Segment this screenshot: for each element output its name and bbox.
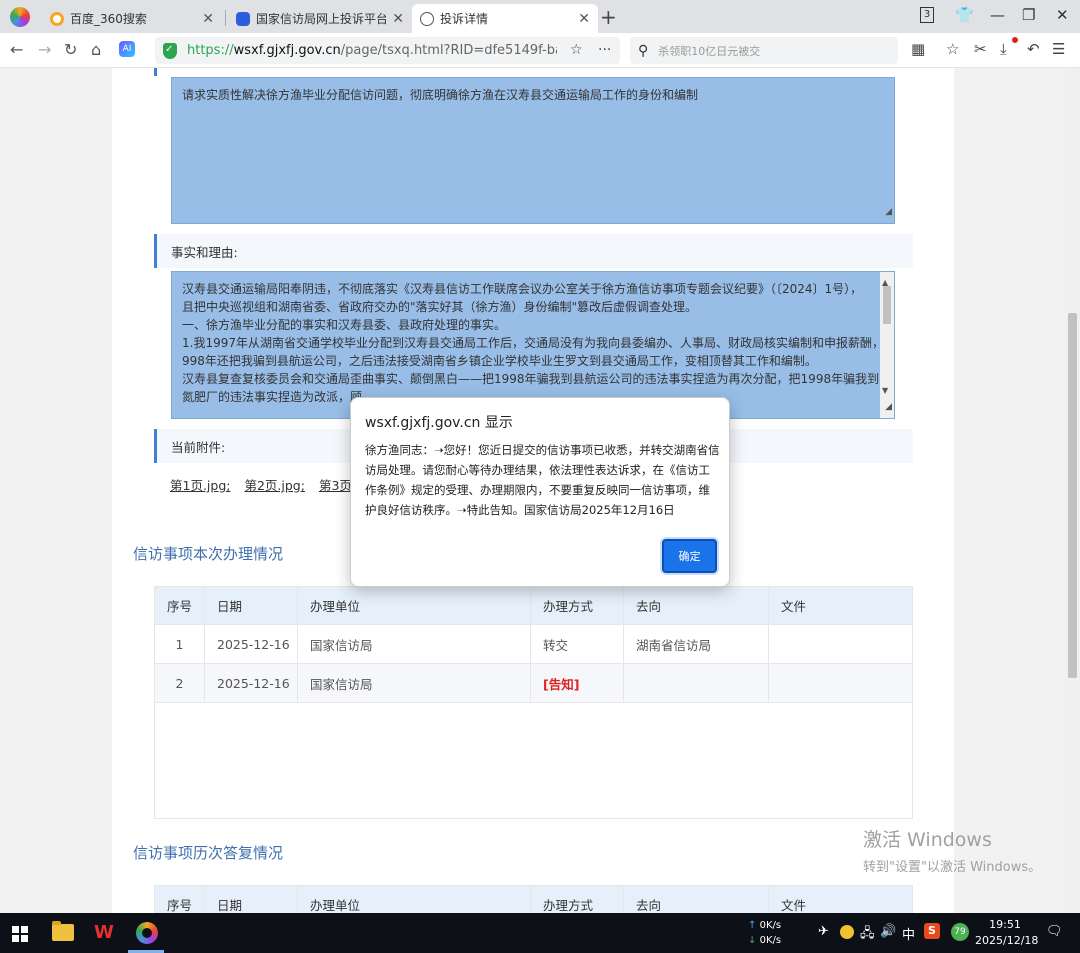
dialog-title: wsxf.gjxfj.gov.cn 显示 [365, 415, 513, 431]
undo-icon[interactable]: ↶ [1027, 40, 1040, 58]
forward-icon[interactable]: → [38, 40, 51, 59]
network-speed: ↑ 0K/s ↓ 0K/s [748, 920, 782, 946]
tab-count-button[interactable]: 3 [920, 7, 934, 23]
reload-icon[interactable]: ↻ [64, 40, 77, 59]
taskbar: W ↑ 0K/s ↓ 0K/s ✈ 🖧 🔊 中 S 79 19:51 2025/… [0, 913, 1080, 953]
shirt-skin-icon[interactable]: 👕 [955, 6, 974, 24]
table-row: 1 2025-12-16 国家信访局 转交 湖南省信访局 [154, 624, 913, 664]
security-score-badge[interactable]: 79 [951, 923, 969, 941]
table-empty-area [154, 702, 913, 819]
search-box[interactable]: ⚲ 杀领职10亿日元被交 [630, 37, 898, 64]
close-tab-icon[interactable]: ✕ [392, 11, 404, 27]
wps-office-icon[interactable]: W [94, 922, 118, 946]
volume-icon[interactable]: 🔊 [880, 924, 896, 939]
table-header-row: 序号 日期 办理单位 办理方式 去向 文件 [154, 885, 913, 913]
browser-logo-icon[interactable] [10, 7, 30, 27]
tab-baidu-360[interactable]: 百度_360搜索 ✕ [42, 4, 222, 33]
ok-button[interactable]: 确定 [662, 539, 717, 573]
scrollbar-thumb[interactable] [883, 286, 891, 324]
facts-section-header: 事实和理由: [154, 234, 913, 268]
back-icon[interactable]: ← [10, 40, 23, 59]
secure-shield-icon [163, 42, 177, 59]
scrollbar-thumb[interactable] [1068, 313, 1077, 678]
table-row: 2 2025-12-16 国家信访局 [告知] [154, 663, 913, 703]
url-text[interactable]: https://wsxf.gjxfj.gov.cn/page/tsxq.html… [187, 43, 557, 58]
attachment-link[interactable]: 第2页.jpg; [244, 478, 304, 493]
menu-icon[interactable]: ☰ [1052, 40, 1065, 58]
file-explorer-icon[interactable] [52, 921, 74, 941]
bookmark-star-icon[interactable]: ☆ [570, 42, 583, 58]
tab-bar: 百度_360搜索 ✕ 国家信访局网上投诉平台_百度 ✕ 投诉详情 ✕ + 3 👕… [0, 0, 1080, 33]
alert-dialog: wsxf.gjxfj.gov.cn 显示 徐方渔同志：➝您好！您近日提交的信访事… [350, 397, 730, 587]
360-browser-icon[interactable] [136, 922, 158, 944]
current-handling-table: 序号 日期 办理单位 办理方式 去向 文件 1 2025-12-16 国家信访局… [154, 586, 913, 703]
navigation-toolbar: ← → ↻ ⌂ AI https://wsxf.gjxfj.gov.cn/pag… [0, 33, 1080, 68]
favorites-icon[interactable]: ☆ [946, 40, 959, 58]
tab-complaint-details[interactable]: 投诉详情 ✕ [412, 4, 598, 33]
new-tab-button[interactable]: + [600, 5, 617, 29]
baidu-paw-icon [236, 11, 250, 26]
section-marker [154, 68, 157, 76]
request-textarea[interactable]: 请求实质性解决徐方渔毕业分配信访问题，彻底明确徐方渔在汉寿县交通运输局工作的身份… [171, 77, 895, 224]
minimize-button[interactable]: — [990, 6, 1005, 24]
close-tab-icon[interactable]: ✕ [578, 11, 590, 27]
ime-indicator[interactable]: 中 [902, 924, 915, 943]
windows-start-icon[interactable] [12, 926, 28, 942]
current-handling-title: 信访事项本次办理情况 [133, 545, 284, 563]
apps-grid-icon[interactable]: ▦ [911, 40, 925, 58]
history-table: 序号 日期 办理单位 办理方式 去向 文件 [154, 885, 913, 913]
notice-link[interactable]: [告知] [543, 677, 579, 692]
search-icon: ⚲ [638, 42, 649, 59]
table-header-row: 序号 日期 办理单位 办理方式 去向 文件 [154, 586, 913, 625]
page-scrollbar[interactable] [1065, 68, 1080, 913]
restore-button[interactable]: ❐ [1022, 6, 1035, 24]
download-icon[interactable]: ⤓ [1000, 37, 1018, 58]
facts-scrollbar[interactable]: ▲ ▼ [880, 272, 894, 418]
address-bar[interactable]: https://wsxf.gjxfj.gov.cn/page/tsxq.html… [155, 37, 620, 64]
resize-grip-icon[interactable]: ◢ [885, 203, 892, 221]
clock[interactable]: 19:51 2025/12/18 [975, 917, 1038, 949]
globe-icon [420, 11, 434, 26]
ai-icon[interactable]: AI [119, 41, 135, 57]
close-tab-icon[interactable]: ✕ [202, 11, 214, 27]
home-icon[interactable]: ⌂ [91, 40, 101, 59]
more-options-icon[interactable]: ··· [598, 42, 611, 58]
360-search-icon [50, 11, 64, 26]
notification-icon[interactable]: 🗨 [1046, 924, 1063, 939]
tray-security-icon[interactable] [840, 925, 854, 939]
tab-complaint-platform[interactable]: 国家信访局网上投诉平台_百度 ✕ [228, 4, 412, 33]
sogou-ime-icon[interactable]: S [924, 923, 940, 939]
windows-activation-watermark: 激活 Windows 转到"设置"以激活 Windows。 [863, 829, 1042, 875]
attachment-link[interactable]: 第1页.jpg; [170, 478, 230, 493]
close-window-button[interactable]: ✕ [1056, 6, 1069, 24]
history-title: 信访事项历次答复情况 [133, 844, 284, 862]
network-icon[interactable]: 🖧 [860, 924, 875, 946]
tray-app-icon[interactable]: ✈ [818, 924, 829, 939]
resize-grip-icon[interactable]: ◢ [885, 398, 892, 416]
dialog-message: 徐方渔同志：➝您好！您近日提交的信访事项已收悉，并转交湖南省信访局处理。请您耐心… [365, 443, 720, 517]
scissors-icon[interactable]: ✂ [974, 40, 987, 58]
